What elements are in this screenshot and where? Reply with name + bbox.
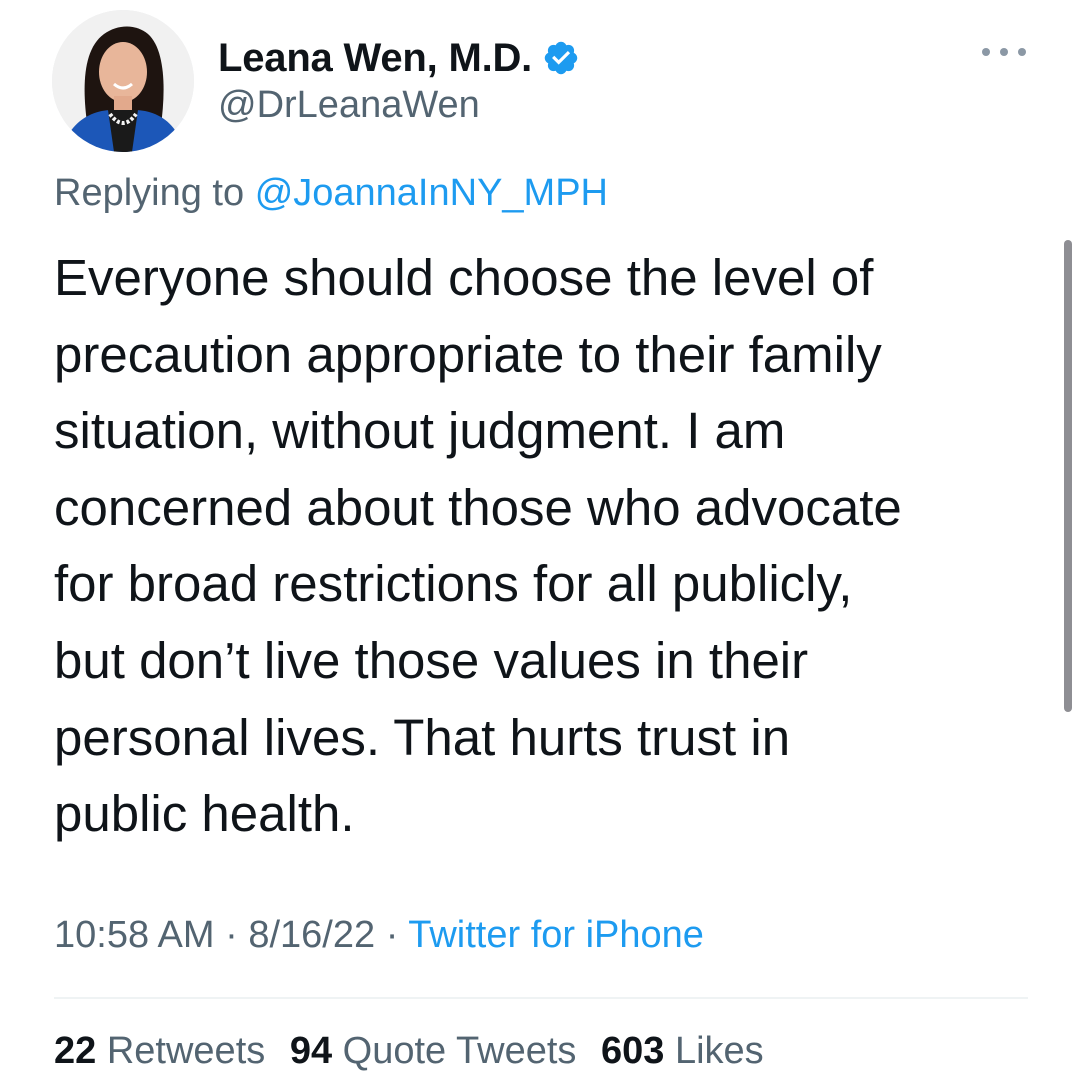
author-name-row[interactable]: Leana Wen, M.D. [218,30,580,86]
more-dot [1018,48,1026,56]
tweet-text-line: Everyone should choose the level of [54,249,874,306]
author-handle[interactable]: @DrLeanaWen [218,84,480,127]
tweet-text-line: but don’t live those values in their [54,631,809,689]
more-dot [982,48,990,56]
likes-stat[interactable]: 603 Likes [601,1030,764,1072]
retweets-stat[interactable]: 22 Retweets [54,1030,265,1072]
profile-photo [52,10,194,152]
replying-prefix: Replying to [54,172,245,214]
tweet-text: Everyone should choose the level of prec… [54,240,1044,853]
author-display-name[interactable]: Leana Wen, M.D. [218,36,532,81]
quote-tweets-stat[interactable]: 94 Quote Tweets [290,1030,577,1072]
quote-tweets-count: 94 [289,1030,333,1072]
tweet-text-line: for broad restrictions for all publicly, [54,555,853,613]
meta-separator: · [225,914,238,956]
tweet-stats: 22 Retweets 94 Quote Tweets 603 Likes [54,1030,778,1073]
retweets-count: 22 [54,1030,97,1072]
more-options-icon[interactable] [982,40,1026,64]
tweet-text-line: public health. [54,785,355,843]
tweet-source-link[interactable]: Twitter for iPhone [408,914,704,956]
tweet-text-line: concerned about those who advocate [54,478,902,536]
tweet-date[interactable]: 8/16/22 [248,914,375,956]
avatar[interactable] [52,10,194,152]
more-dot [1000,48,1008,56]
meta-separator: · [385,914,399,956]
scrollbar[interactable] [1064,240,1072,712]
quote-tweets-label: Quote Tweets [342,1030,577,1072]
tweet-text-line: personal lives. That hurts trust in [54,708,791,766]
tweet-text-line: precaution appropriate to their family [54,325,882,383]
tweet-meta: 10:58 AM · 8/16/22 · Twitter for iPhone [54,914,704,957]
reply-mention-link[interactable]: @JoannaInNY_MPH [255,172,608,214]
verified-badge-icon [544,41,578,75]
tweet-text-line: situation, without judgment. I am [54,402,786,460]
likes-label: Likes [674,1030,764,1072]
tweet-time[interactable]: 10:58 AM [54,914,215,956]
replying-to: Replying to @JoannaInNY_MPH [54,172,608,215]
retweets-label: Retweets [106,1030,266,1072]
likes-count: 603 [601,1030,665,1072]
divider [54,997,1028,999]
